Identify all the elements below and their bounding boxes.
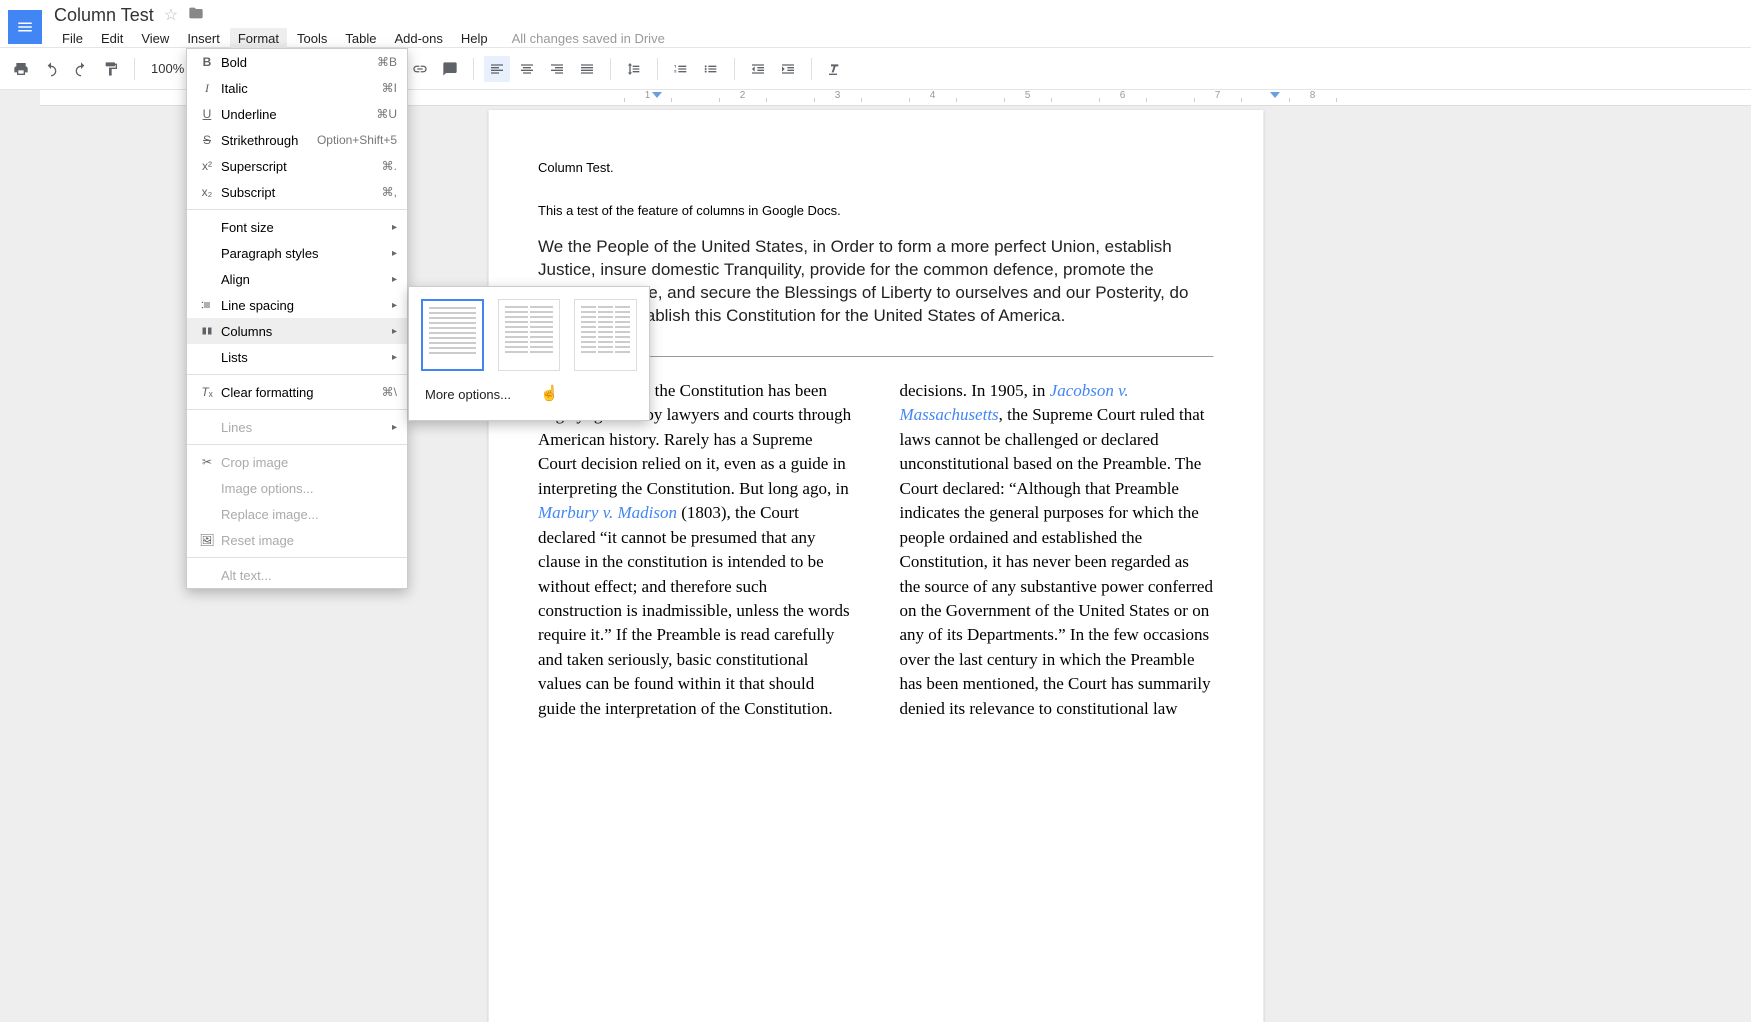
body-text: , the Supreme Court ruled that laws cann…	[900, 405, 1213, 718]
bulleted-list-icon	[703, 61, 719, 77]
menu-addons[interactable]: Add-ons	[386, 28, 450, 49]
menu-edit[interactable]: Edit	[93, 28, 131, 49]
decrease-indent-button[interactable]	[745, 56, 771, 82]
save-status: All changes saved in Drive	[512, 31, 665, 46]
ruler-tick: 6	[1075, 90, 1170, 101]
columns-more-options[interactable]: More options...	[421, 381, 637, 408]
format-crop-image: ✂Crop image	[187, 449, 407, 475]
align-center-icon	[519, 61, 535, 77]
columns-option-2[interactable]	[498, 299, 561, 371]
indent-increase-icon	[780, 61, 796, 77]
hamburger-icon	[16, 18, 34, 36]
document-page[interactable]: Column Test. This a test of the feature …	[488, 110, 1263, 1022]
format-font-size[interactable]: Font size▸	[187, 214, 407, 240]
insert-link-button[interactable]	[407, 56, 433, 82]
zoom-select[interactable]: 100%	[145, 61, 190, 76]
format-reset-image: 🖼Reset image	[187, 527, 407, 553]
format-clear[interactable]: TₓClear formatting⌘\	[187, 379, 407, 405]
align-justify-button[interactable]	[574, 56, 600, 82]
clear-formatting-button[interactable]	[822, 56, 848, 82]
ruler-tick: 5	[980, 90, 1075, 101]
format-replace-image: Replace image...	[187, 501, 407, 527]
body-text: (1803), the Court declared “it cannot be…	[538, 503, 850, 718]
clear-format-icon	[827, 61, 843, 77]
align-center-button[interactable]	[514, 56, 540, 82]
app-menu-button[interactable]	[8, 10, 42, 44]
menu-table[interactable]: Table	[337, 28, 384, 49]
ruler-tick: 7	[1170, 90, 1265, 101]
columns-option-1[interactable]	[421, 299, 484, 371]
insert-comment-button[interactable]	[437, 56, 463, 82]
menubar: File Edit View Insert Format Tools Table…	[54, 28, 665, 49]
undo-button[interactable]	[38, 56, 64, 82]
ruler-tick: 8	[1265, 90, 1360, 101]
doc-intro-text: This a test of the feature of columns in…	[538, 203, 1213, 218]
format-image-options: Image options...	[187, 475, 407, 501]
toolbar: 100% BBold⌘B IItalic⌘I UUnderline⌘U SStr…	[0, 48, 1751, 90]
paint-roller-icon	[103, 61, 119, 77]
doc-title-text: Column Test.	[538, 160, 1213, 175]
undo-icon	[43, 61, 59, 77]
folder-icon[interactable]	[188, 5, 204, 26]
body-text: decisions. In 1905, in	[900, 381, 1050, 400]
align-right-icon	[549, 61, 565, 77]
format-superscript[interactable]: x²Superscript⌘.	[187, 153, 407, 179]
ruler-tick: 1	[600, 90, 695, 101]
menu-insert[interactable]: Insert	[179, 28, 228, 49]
paint-format-button[interactable]	[98, 56, 124, 82]
ruler-tick: 2	[695, 90, 790, 101]
columns-option-3[interactable]	[574, 299, 637, 371]
menu-tools[interactable]: Tools	[289, 28, 335, 49]
align-right-button[interactable]	[544, 56, 570, 82]
format-bold[interactable]: BBold⌘B	[187, 49, 407, 75]
line-spacing-button[interactable]	[621, 56, 647, 82]
align-left-icon	[489, 61, 505, 77]
pointer-cursor-icon: ☝	[540, 384, 559, 402]
format-subscript[interactable]: x₂Subscript⌘,	[187, 179, 407, 205]
star-icon[interactable]: ☆	[164, 5, 178, 25]
print-button[interactable]	[8, 56, 34, 82]
format-strikethrough[interactable]: SStrikethroughOption+Shift+5	[187, 127, 407, 153]
header-bar: Column Test ☆ File Edit View Insert Form…	[0, 0, 1751, 48]
format-italic[interactable]: IItalic⌘I	[187, 75, 407, 101]
comment-icon	[442, 61, 458, 77]
format-columns[interactable]: Columns▸	[187, 318, 407, 344]
document-title[interactable]: Column Test	[54, 5, 154, 26]
format-paragraph-styles[interactable]: Paragraph styles▸	[187, 240, 407, 266]
menu-file[interactable]: File	[54, 28, 91, 49]
numbered-list-icon	[673, 61, 689, 77]
format-underline[interactable]: UUnderline⌘U	[187, 101, 407, 127]
increase-indent-button[interactable]	[775, 56, 801, 82]
menu-help[interactable]: Help	[453, 28, 496, 49]
format-lists[interactable]: Lists▸	[187, 344, 407, 370]
link-marbury[interactable]: Marbury v. Madison	[538, 503, 677, 522]
redo-icon	[73, 61, 89, 77]
menu-view[interactable]: View	[133, 28, 177, 49]
align-left-button[interactable]	[484, 56, 510, 82]
align-justify-icon	[579, 61, 595, 77]
menu-format[interactable]: Format	[230, 28, 287, 49]
format-alt-text: Alt text...	[187, 562, 407, 588]
line-spacing-icon	[626, 61, 642, 77]
link-icon	[412, 61, 428, 77]
ruler-tick: 4	[885, 90, 980, 101]
two-column-body: The Preamble to the Constitution has bee…	[538, 379, 1213, 722]
indent-decrease-icon	[750, 61, 766, 77]
columns-submenu: More options...	[408, 286, 650, 421]
format-lines: Lines▸	[187, 414, 407, 440]
format-line-spacing[interactable]: Line spacing▸	[187, 292, 407, 318]
numbered-list-button[interactable]	[668, 56, 694, 82]
format-align[interactable]: Align▸	[187, 266, 407, 292]
ruler-tick: 3	[790, 90, 885, 101]
format-dropdown: BBold⌘B IItalic⌘I UUnderline⌘U SStriketh…	[186, 48, 408, 589]
print-icon	[13, 61, 29, 77]
redo-button[interactable]	[68, 56, 94, 82]
bulleted-list-button[interactable]	[698, 56, 724, 82]
